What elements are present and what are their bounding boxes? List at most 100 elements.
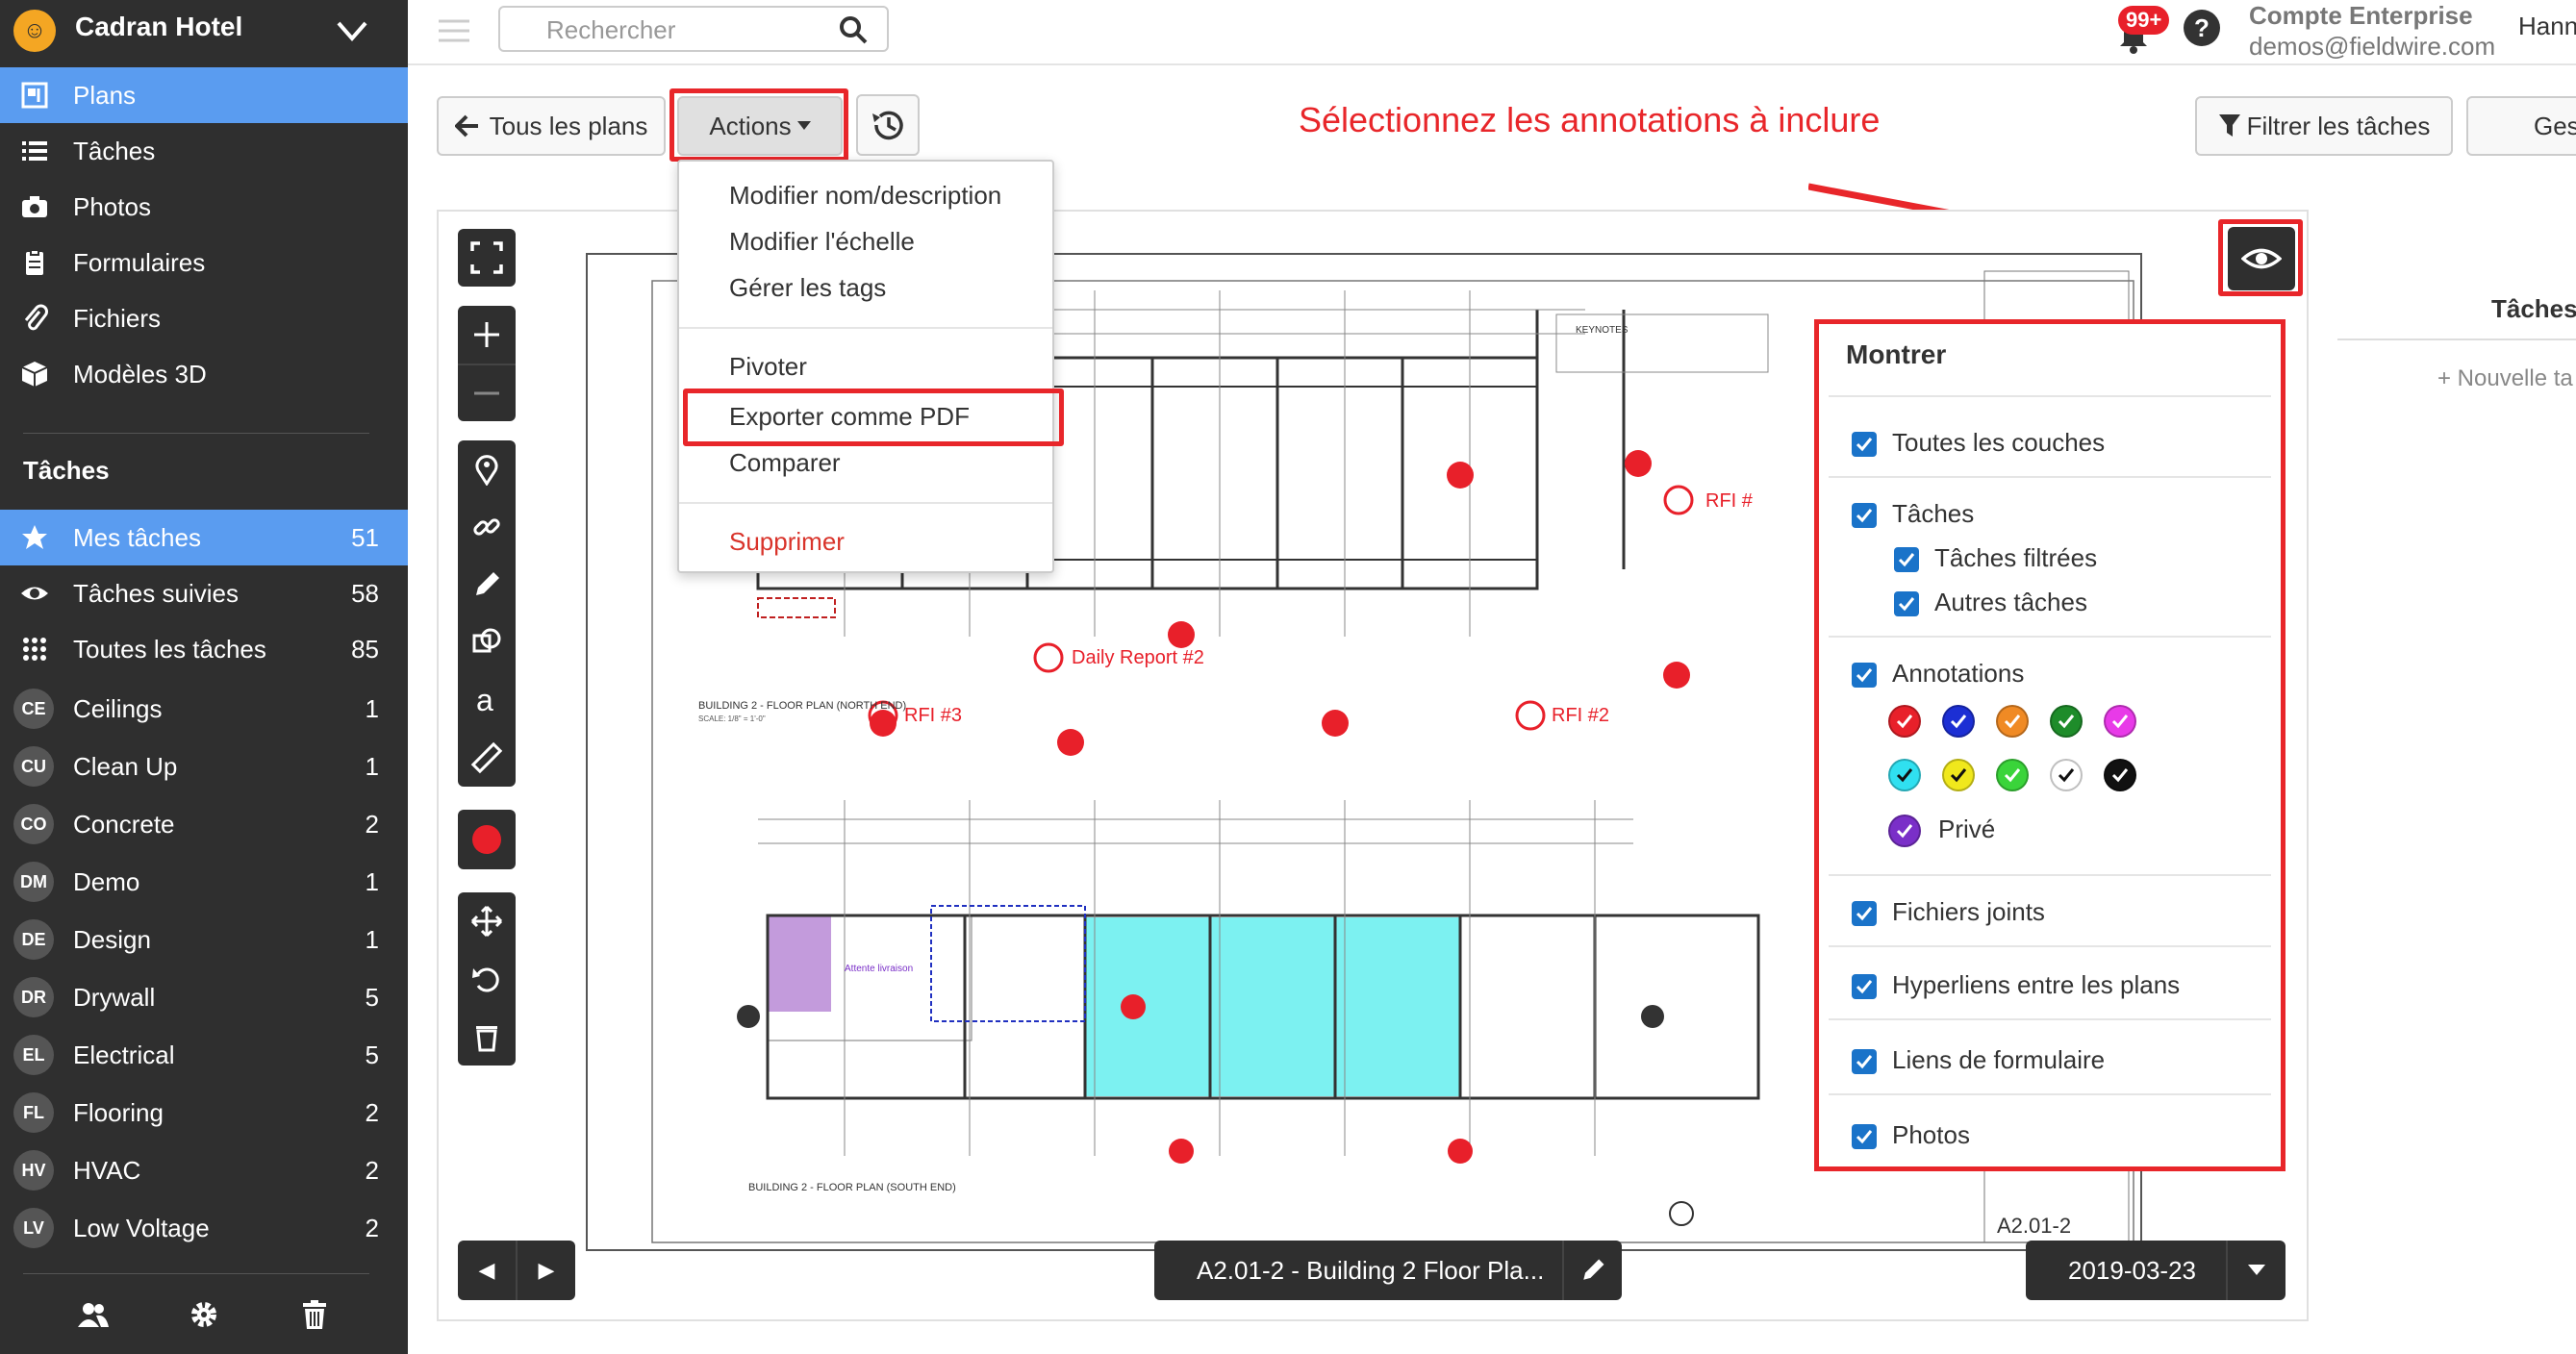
category-label: Drywall <box>73 982 156 1012</box>
pin-icon[interactable] <box>458 440 516 498</box>
menu-item-delete[interactable]: Supprimer <box>729 527 845 557</box>
shapes-icon[interactable] <box>458 614 516 671</box>
annotation-color-5-checkbox[interactable] <box>2104 705 2136 738</box>
annotations-checkbox[interactable] <box>1852 663 1877 688</box>
filter-label: Filtrer les tâches <box>2246 111 2431 140</box>
tasks-checkbox[interactable] <box>1852 503 1877 528</box>
sidebar-item-forms[interactable]: Formulaires <box>0 235 408 290</box>
ruler-icon[interactable] <box>458 729 516 787</box>
app-root: ☺ Cadran Hotel Plans Tâches Photos Formu… <box>0 0 2576 1354</box>
annotation-color-7-checkbox[interactable] <box>1942 759 1975 791</box>
panel-title: Montrer <box>1846 339 1947 369</box>
menu-item-rotate[interactable]: Pivoter <box>729 352 807 382</box>
fullscreen-tool[interactable] <box>458 229 516 287</box>
sidebar-category-concrete[interactable]: CO Concrete 2 <box>0 796 408 852</box>
zoom-out-icon[interactable] <box>458 364 516 421</box>
users-icon[interactable] <box>72 1293 114 1336</box>
manage-label: Gestion <box>2534 112 2576 140</box>
trash-icon[interactable] <box>293 1293 336 1336</box>
move-icon[interactable] <box>458 892 516 950</box>
sidebar-category-drywall[interactable]: DR Drywall 5 <box>0 969 408 1025</box>
highlight-eye <box>2218 219 2303 296</box>
annotation-color-1-checkbox[interactable] <box>1888 705 1921 738</box>
sidebar-category-hvac[interactable]: HV HVAC 2 <box>0 1142 408 1198</box>
sidebar-category-electrical[interactable]: EL Electrical 5 <box>0 1027 408 1083</box>
fullscreen-icon[interactable] <box>458 229 516 287</box>
sheet-name-button[interactable]: A2.01-2 - Building 2 Floor Pla... <box>1154 1241 1622 1300</box>
sidebar-category-demo[interactable]: DM Demo 1 <box>0 854 408 910</box>
right-tasks-title: Tâches <box>2491 294 2576 323</box>
sidebar-category-flooring[interactable]: FL Flooring 2 <box>0 1085 408 1141</box>
annotation-color-4-checkbox[interactable] <box>2050 705 2083 738</box>
gear-icon[interactable] <box>183 1293 225 1336</box>
filter-tasks-button[interactable]: Filtrer les tâches <box>2195 96 2453 156</box>
filtered-tasks-checkbox[interactable] <box>1894 547 1919 572</box>
annotation-color-3-checkbox[interactable] <box>1996 705 2029 738</box>
prev-sheet-icon[interactable]: ◀ <box>458 1241 518 1300</box>
undo-icon[interactable] <box>458 950 516 1008</box>
other-tasks-checkbox[interactable] <box>1894 591 1919 616</box>
notifications-button[interactable]: 99+ <box>2110 6 2170 56</box>
sidebar-item-files[interactable]: Fichiers <box>0 290 408 346</box>
keynotes-label: KEYNOTES <box>1576 325 1629 336</box>
user-name[interactable]: Hann <box>2518 12 2576 41</box>
account-info[interactable]: Compte Enterprise demos@fieldwire.com <box>2249 0 2495 62</box>
menu-item-manage-tags[interactable]: Gérer les tags <box>729 273 886 303</box>
tasks-section-title: Tâches <box>23 456 110 485</box>
delete-icon[interactable] <box>458 1008 516 1066</box>
chevron-down-icon[interactable] <box>333 13 371 48</box>
sidebar-item-plans[interactable]: Plans <box>0 67 408 123</box>
photos-checkbox[interactable] <box>1852 1124 1877 1149</box>
menu-icon[interactable] <box>437 13 471 48</box>
sidebar-item-label: Formulaires <box>73 247 206 277</box>
annotation-color-8-checkbox[interactable] <box>1996 759 2029 791</box>
text-icon[interactable]: a <box>458 671 516 729</box>
filter-icon <box>2218 114 2240 137</box>
divider <box>2337 338 2576 340</box>
project-header[interactable]: ☺ Cadran Hotel <box>0 0 408 60</box>
divider <box>1829 395 2271 397</box>
cube-icon <box>19 359 50 389</box>
version-date-select[interactable]: 2019-03-23 <box>2026 1241 2286 1300</box>
menu-item-edit-scale[interactable]: Modifier l'échelle <box>729 227 915 257</box>
back-to-plans-button[interactable]: Tous les plans <box>437 96 666 156</box>
annotation-color-2-checkbox[interactable] <box>1942 705 1975 738</box>
annotation-color-10-checkbox[interactable] <box>2104 759 2136 791</box>
annotation-color-6-checkbox[interactable] <box>1888 759 1921 791</box>
sidebar-item-photos[interactable]: Photos <box>0 179 408 235</box>
menu-item-edit-name[interactable]: Modifier nom/description <box>729 181 1001 211</box>
sidebar-item-tasks[interactable]: Tâches <box>0 123 408 179</box>
sidebar-category-design[interactable]: DE Design 1 <box>0 912 408 967</box>
hyperlinks-checkbox[interactable] <box>1852 974 1877 999</box>
menu-item-compare[interactable]: Comparer <box>729 448 841 478</box>
sidebar-item-all-tasks[interactable]: Toutes les tâches 85 <box>0 621 408 677</box>
sidebar-item-3d-models[interactable]: Modèles 3D <box>0 346 408 402</box>
all-layers-label: Toutes les couches <box>1892 428 2106 457</box>
new-task-link[interactable]: + Nouvelle ta <box>2437 365 2573 392</box>
link-icon[interactable] <box>458 498 516 556</box>
sidebar-category-clean-up[interactable]: CU Clean Up 1 <box>0 739 408 794</box>
pencil-icon[interactable] <box>458 556 516 614</box>
all-layers-checkbox[interactable] <box>1852 432 1877 457</box>
annotation-private-checkbox[interactable] <box>1888 815 1921 847</box>
search-input[interactable]: Rechercher <box>498 6 889 52</box>
sidebar-category-low-voltage[interactable]: LV Low Voltage 2 <box>0 1200 408 1256</box>
annotation-color-9-checkbox[interactable] <box>2050 759 2083 791</box>
next-sheet-icon[interactable]: ▶ <box>518 1241 575 1300</box>
sidebar-item-followed-tasks[interactable]: Tâches suivies 58 <box>0 565 408 621</box>
manage-button[interactable]: Gestion <box>2466 96 2576 156</box>
caret-down-icon[interactable] <box>2226 1241 2286 1300</box>
history-button[interactable] <box>856 94 920 156</box>
color-picker-button[interactable] <box>458 810 516 869</box>
form-links-checkbox[interactable] <box>1852 1049 1877 1074</box>
edit-pencil-icon[interactable] <box>1562 1241 1622 1300</box>
help-icon[interactable]: ? <box>2184 10 2220 46</box>
drawing-tools: a <box>458 440 516 787</box>
category-label: Demo <box>73 866 140 896</box>
sheet-name: A2.01-2 - Building 2 Floor Pla... <box>1197 1255 1545 1285</box>
sidebar-item-my-tasks[interactable]: Mes tâches 51 <box>0 510 408 565</box>
sidebar-category-ceilings[interactable]: CE Ceilings 1 <box>0 681 408 737</box>
other-tasks-label: Autres tâches <box>1934 588 2087 616</box>
attachments-checkbox[interactable] <box>1852 901 1877 926</box>
zoom-in-icon[interactable] <box>458 306 516 364</box>
